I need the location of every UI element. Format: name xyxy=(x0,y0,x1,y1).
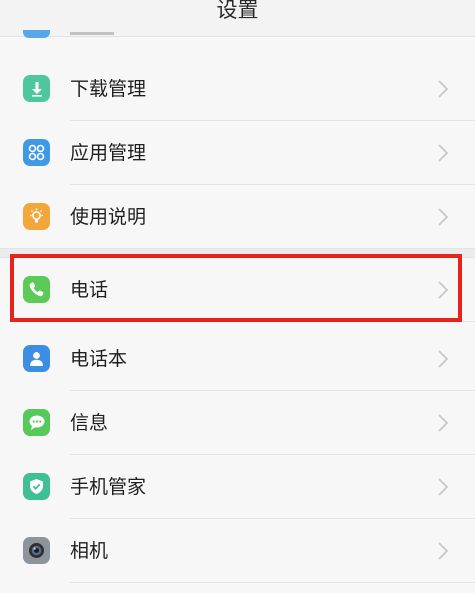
section-separator xyxy=(0,248,475,258)
settings-item-contacts[interactable]: 电话本 xyxy=(0,327,475,391)
shield-icon xyxy=(23,473,50,500)
settings-item-label: 应用管理 xyxy=(70,142,147,164)
partially-visible-icon xyxy=(23,30,50,38)
chevron-right-icon xyxy=(438,414,449,432)
settings-item-label: 手机管家 xyxy=(70,476,147,498)
contacts-icon xyxy=(23,345,50,372)
divider xyxy=(70,321,475,322)
download-icon xyxy=(23,75,50,102)
settings-item-label: 使用说明 xyxy=(70,206,147,228)
settings-item-app-manager[interactable]: 应用管理 xyxy=(0,121,475,185)
settings-item-label: 电话本 xyxy=(70,348,128,370)
chevron-right-icon xyxy=(438,80,449,98)
chevron-right-icon xyxy=(438,350,449,368)
settings-item-phone-manager[interactable]: 手机管家 xyxy=(0,455,475,519)
page-title: 设置 xyxy=(216,0,259,22)
chevron-right-icon xyxy=(438,281,449,299)
settings-item-label: 下载管理 xyxy=(70,78,147,100)
settings-item-label: 电话 xyxy=(70,279,109,301)
chevron-right-icon xyxy=(438,542,449,560)
settings-item-user-guide[interactable]: 使用说明 xyxy=(0,185,475,249)
settings-item-phone[interactable]: 电话 xyxy=(0,258,475,322)
settings-item-camera[interactable]: 相机 xyxy=(0,519,475,583)
settings-item-messages[interactable]: 信息 xyxy=(0,391,475,455)
camera-icon xyxy=(23,537,50,564)
phone-icon xyxy=(23,276,50,303)
apps-grid-icon xyxy=(23,139,50,166)
settings-item-label: 信息 xyxy=(70,412,109,434)
message-icon xyxy=(23,409,50,436)
settings-item-download-manager[interactable]: 下载管理 xyxy=(0,57,475,121)
settings-item-label: 相机 xyxy=(70,540,109,562)
chevron-right-icon xyxy=(438,208,449,226)
divider xyxy=(70,582,475,583)
lightbulb-icon xyxy=(23,203,50,230)
chevron-right-icon xyxy=(438,144,449,162)
chevron-right-icon xyxy=(438,478,449,496)
partially-visible-label xyxy=(70,26,140,36)
